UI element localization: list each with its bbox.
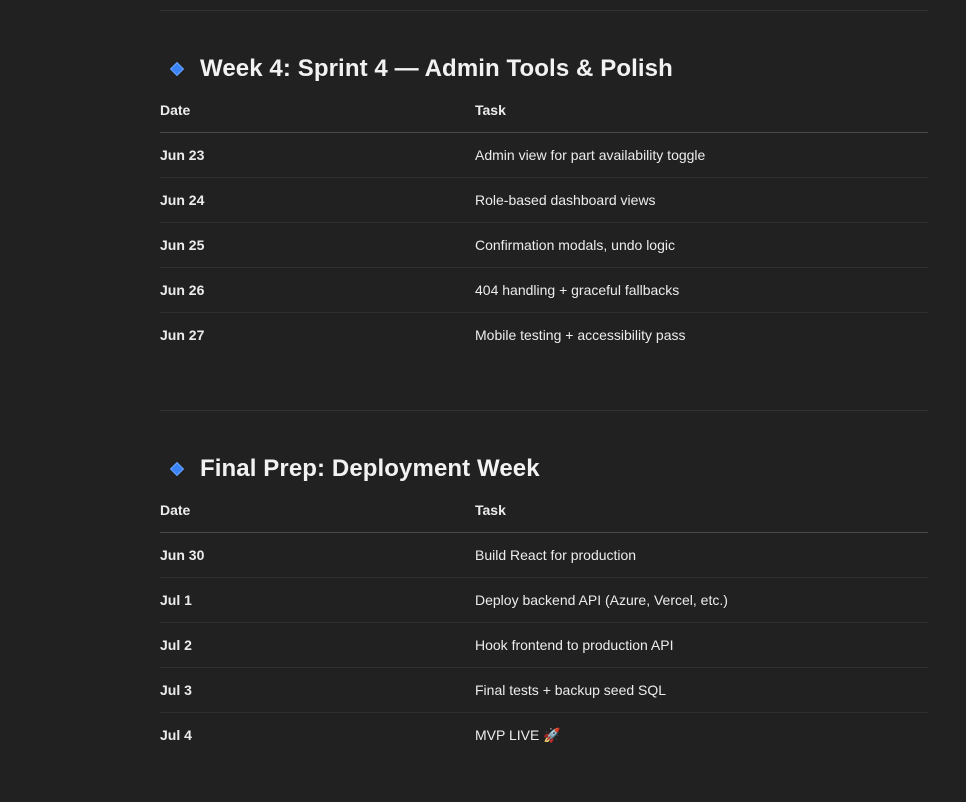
- table-row: Jun 24 Role-based dashboard views: [160, 177, 928, 223]
- row-date: Jun 30: [160, 532, 475, 578]
- table-row: Jul 4 MVP LIVE 🚀: [160, 713, 928, 758]
- row-task: Deploy backend API (Azure, Vercel, etc.): [475, 577, 928, 623]
- row-date: Jul 2: [160, 622, 475, 668]
- row-date: Jun 23: [160, 132, 475, 178]
- table-row: Jun 23 Admin view for part availability …: [160, 132, 928, 178]
- table-row: Jun 26 404 handling + graceful fallbacks: [160, 267, 928, 313]
- row-date: Jun 26: [160, 267, 475, 313]
- row-date: Jul 1: [160, 577, 475, 623]
- table-row: Jul 2 Hook frontend to production API: [160, 622, 928, 668]
- row-task: Build React for production: [475, 532, 928, 578]
- table-row: Jun 30 Build React for production: [160, 532, 928, 578]
- blue-diamond-icon: [169, 61, 185, 77]
- section-final-prep: Final Prep: Deployment Week Date Task Ju…: [160, 449, 928, 757]
- row-task: Hook frontend to production API: [475, 622, 928, 668]
- divider-top: [160, 10, 928, 11]
- section-title: Week 4: Sprint 4 — Admin Tools & Polish: [200, 55, 673, 82]
- table-row: Jun 27 Mobile testing + accessibility pa…: [160, 313, 928, 358]
- table-row: Jul 3 Final tests + backup seed SQL: [160, 667, 928, 713]
- column-header-task: Task: [475, 102, 928, 133]
- blue-diamond-icon: [169, 461, 185, 477]
- row-task: Confirmation modals, undo logic: [475, 222, 928, 268]
- section-week-4: Week 4: Sprint 4 — Admin Tools & Polish …: [160, 49, 928, 357]
- column-header-date: Date: [160, 502, 475, 533]
- table-header-row: Date Task: [160, 502, 928, 533]
- row-task: MVP LIVE 🚀: [475, 726, 561, 743]
- section-heading: Final Prep: Deployment Week: [160, 449, 928, 489]
- row-task: Role-based dashboard views: [475, 177, 928, 223]
- row-date: Jul 3: [160, 667, 475, 713]
- schedule-table: Date Task Jun 30 Build React for product…: [160, 502, 928, 757]
- section-heading: Week 4: Sprint 4 — Admin Tools & Polish: [160, 49, 928, 89]
- column-header-task: Task: [475, 502, 928, 533]
- row-task: Admin view for part availability toggle: [475, 132, 928, 178]
- table-row: Jun 25 Confirmation modals, undo logic: [160, 222, 928, 268]
- row-task: 404 handling + graceful fallbacks: [475, 267, 928, 313]
- schedule-table: Date Task Jun 23 Admin view for part ava…: [160, 102, 928, 357]
- column-header-date: Date: [160, 102, 475, 133]
- section-title: Final Prep: Deployment Week: [200, 455, 540, 482]
- row-date: Jul 4: [160, 727, 192, 743]
- row-date: Jun 24: [160, 177, 475, 223]
- row-task: Final tests + backup seed SQL: [475, 667, 928, 713]
- table-header-row: Date Task: [160, 102, 928, 133]
- row-date: Jun 25: [160, 222, 475, 268]
- table-row: Jul 1 Deploy backend API (Azure, Vercel,…: [160, 577, 928, 623]
- row-date: Jun 27: [160, 327, 205, 343]
- row-task: Mobile testing + accessibility pass: [475, 327, 686, 343]
- section-divider: [160, 410, 928, 411]
